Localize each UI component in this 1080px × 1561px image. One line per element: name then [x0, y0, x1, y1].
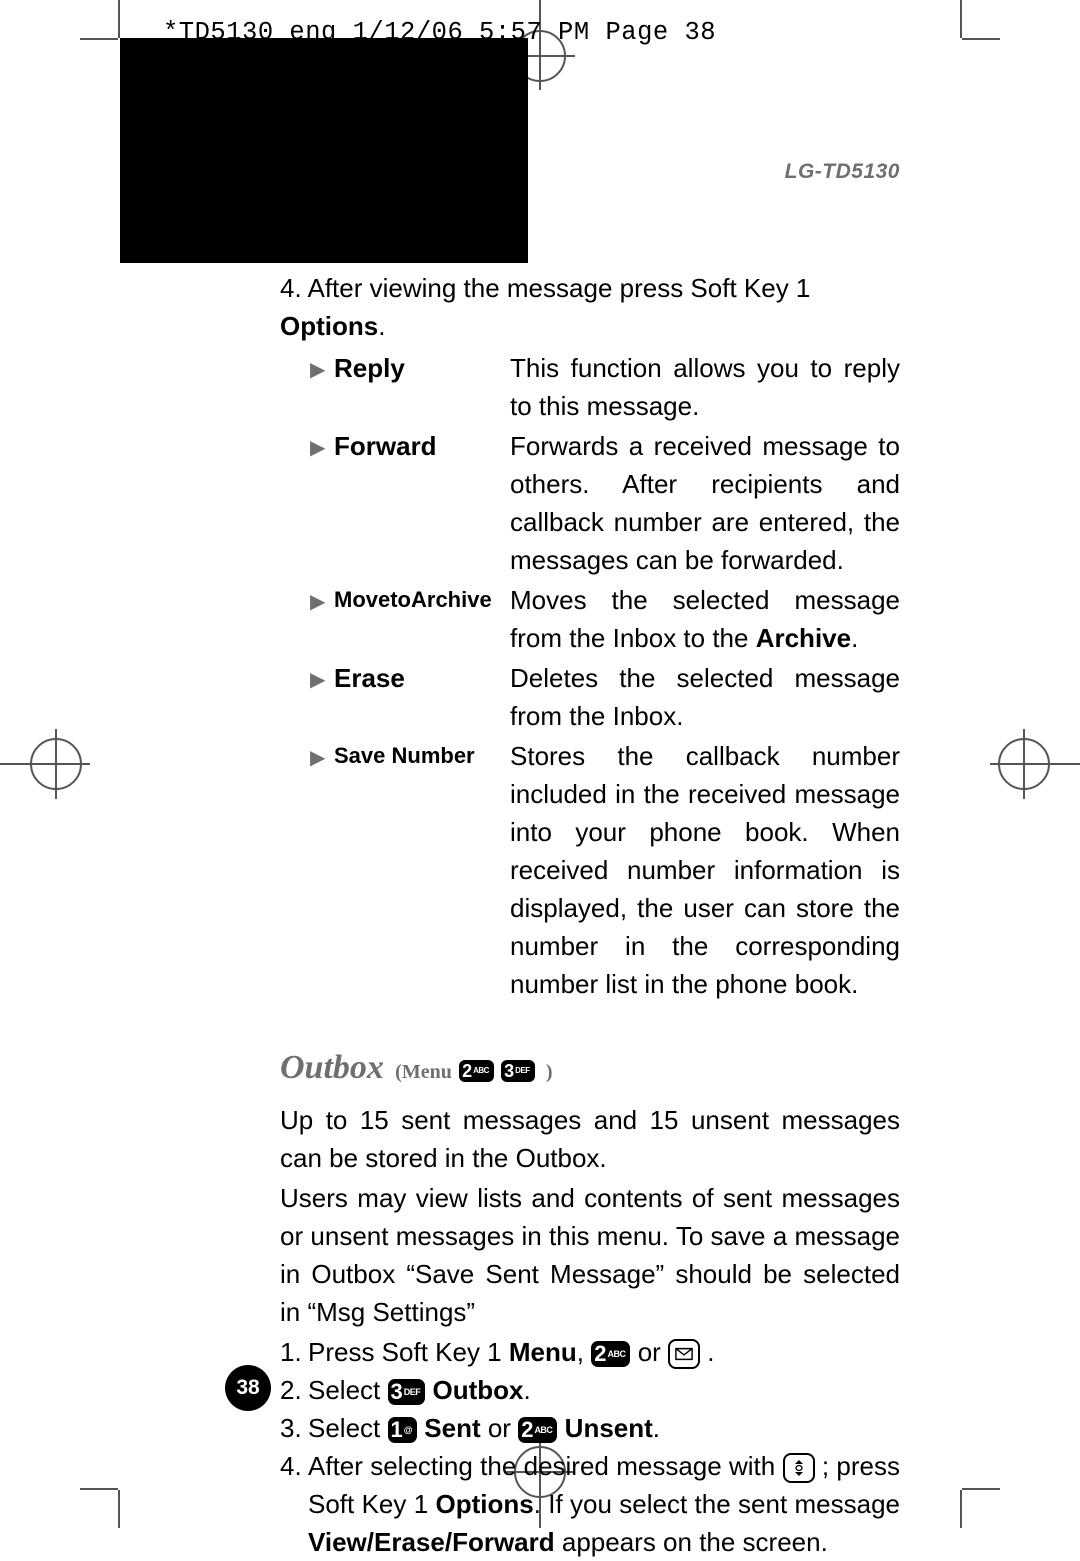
option-label: MovetoArchive	[334, 581, 510, 657]
page-number-badge: 38	[225, 1365, 271, 1411]
triangle-bullet-icon: ▶	[310, 659, 334, 735]
step-3-num: 3.	[280, 1409, 308, 1447]
outbox-paragraph-1: Up to 15 sent messages and 15 unsent mes…	[280, 1101, 900, 1177]
outbox-steps: 1. Press Soft Key 1 Menu, 2ABC or . 2. S…	[280, 1333, 900, 1561]
option-label: Forward	[334, 427, 510, 579]
step4-prefix: 4. After viewing the message press Soft …	[280, 273, 810, 303]
option-description: Stores the callback number included in t…	[510, 737, 900, 1003]
triangle-bullet-icon: ▶	[310, 737, 334, 1003]
triangle-bullet-icon: ▶	[310, 427, 334, 579]
option-description: This function allows you to reply to thi…	[510, 349, 900, 425]
step-1-num: 1.	[280, 1333, 308, 1371]
page-content: LG-TD5130 4. After viewing the message p…	[280, 160, 900, 1561]
heading-title: Outbox	[280, 1049, 384, 1086]
crop-mark	[960, 0, 962, 38]
option-desc-bold: Archive	[756, 623, 851, 653]
step-4: 4. After selecting the desired message w…	[280, 1447, 900, 1561]
triangle-bullet-icon: ▶	[310, 581, 334, 657]
crop-mark	[962, 38, 1000, 40]
option-desc-text: This function allows you to reply to thi…	[510, 353, 900, 421]
outbox-heading: Outbox (Menu 2ABC 3DEF )	[280, 1049, 900, 1091]
step-3-unsent-word: Unsent	[565, 1413, 653, 1443]
step-4-d: appears on the screen.	[555, 1527, 828, 1557]
option-description: Moves the selected message from the Inbo…	[510, 581, 900, 657]
step-3-text: Select 1@ Sent or 2ABC Unsent.	[308, 1409, 900, 1447]
step-1-c: or	[630, 1337, 668, 1367]
step-1-a: Press Soft Key 1	[308, 1337, 509, 1367]
body-text: 4. After viewing the message press Soft …	[280, 269, 900, 1561]
step-3-sent-word: Sent	[424, 1413, 480, 1443]
step-4-a: After selecting the desired message with	[308, 1451, 783, 1481]
reg-mark-left-h	[20, 763, 90, 765]
step-4-options-word: Options	[436, 1489, 534, 1519]
option-row: ▶MovetoArchiveMoves the selected message…	[310, 581, 900, 657]
step-4-num: 4.	[280, 1447, 308, 1561]
triangle-bullet-icon: ▶	[310, 349, 334, 425]
step-3-a: Select	[308, 1413, 388, 1443]
step-1-d: .	[700, 1337, 714, 1367]
option-description: Forwards a received message to others. A…	[510, 427, 900, 579]
option-label: Save Number	[334, 737, 510, 1003]
message-key-icon	[668, 1339, 700, 1369]
option-description: Deletes the selected message from the In…	[510, 659, 900, 735]
step-4-vef-word: View/Erase/Forward	[308, 1527, 555, 1557]
model-label: LG-TD5130	[280, 160, 900, 184]
step4-options-word: Options	[280, 311, 378, 341]
crop-mark	[80, 38, 118, 40]
step4-suffix: .	[378, 311, 385, 341]
option-row: ▶ReplyThis function allows you to reply …	[310, 349, 900, 425]
phone-key-icon: 2ABC	[591, 1341, 630, 1367]
step-4-text: After selecting the desired message with…	[308, 1447, 900, 1561]
phone-key-icon: 2ABC	[518, 1417, 557, 1443]
step4-intro: 4. After viewing the message press Soft …	[280, 269, 900, 345]
step-2-outbox-word: Outbox	[432, 1375, 523, 1405]
option-row: ▶Save NumberStores the callback number i…	[310, 737, 900, 1003]
outbox-paragraph-2: Users may view lists and contents of sen…	[280, 1179, 900, 1331]
reg-mark-right-h	[990, 763, 1060, 765]
option-desc-text: .	[851, 623, 858, 653]
step-2-num: 2.	[280, 1371, 308, 1409]
step-3-e: .	[653, 1413, 660, 1443]
nav-key-icon	[783, 1453, 815, 1483]
option-row: ▶ForwardForwards a received message to o…	[310, 427, 900, 579]
step-2-c: .	[523, 1375, 530, 1405]
step-2-a: Select	[308, 1375, 388, 1405]
phone-key-icon: 1@	[388, 1417, 418, 1443]
step-1-text: Press Soft Key 1 Menu, 2ABC or .	[308, 1333, 900, 1371]
crop-mark	[962, 1488, 1000, 1490]
step-4-c: . If you select the sent message	[534, 1489, 900, 1519]
heading-menu-word: (Menu	[395, 1061, 452, 1083]
option-desc-text: Forwards a received message to others. A…	[510, 431, 900, 575]
crop-mark	[80, 1488, 118, 1490]
option-desc-text: Deletes the selected message from the In…	[510, 663, 900, 731]
option-row: ▶EraseDeletes the selected message from …	[310, 659, 900, 735]
crop-mark	[960, 1490, 962, 1528]
phone-key-icon: 3DEF	[388, 1379, 426, 1405]
crop-mark	[118, 0, 120, 38]
step-1-menu-word: Menu	[509, 1337, 577, 1367]
step-2: 2. Select 3DEF Outbox.	[280, 1371, 900, 1409]
step-1-b: ,	[577, 1337, 591, 1367]
phone-key-icon: 3DEF	[501, 1060, 535, 1082]
step-3-c: or	[481, 1413, 519, 1443]
option-label: Erase	[334, 659, 510, 735]
option-label: Reply	[334, 349, 510, 425]
option-desc-text: Stores the callback number included in t…	[510, 741, 900, 999]
options-table: ▶ReplyThis function allows you to reply …	[310, 349, 900, 1003]
phone-key-icon: 2ABC	[459, 1060, 494, 1082]
crop-mark	[118, 1490, 120, 1528]
step-2-text: Select 3DEF Outbox.	[308, 1371, 900, 1409]
step-3-d	[557, 1413, 564, 1443]
heading-close-paren: )	[546, 1061, 553, 1083]
step-1: 1. Press Soft Key 1 Menu, 2ABC or .	[280, 1333, 900, 1371]
step-3: 3. Select 1@ Sent or 2ABC Unsent.	[280, 1409, 900, 1447]
